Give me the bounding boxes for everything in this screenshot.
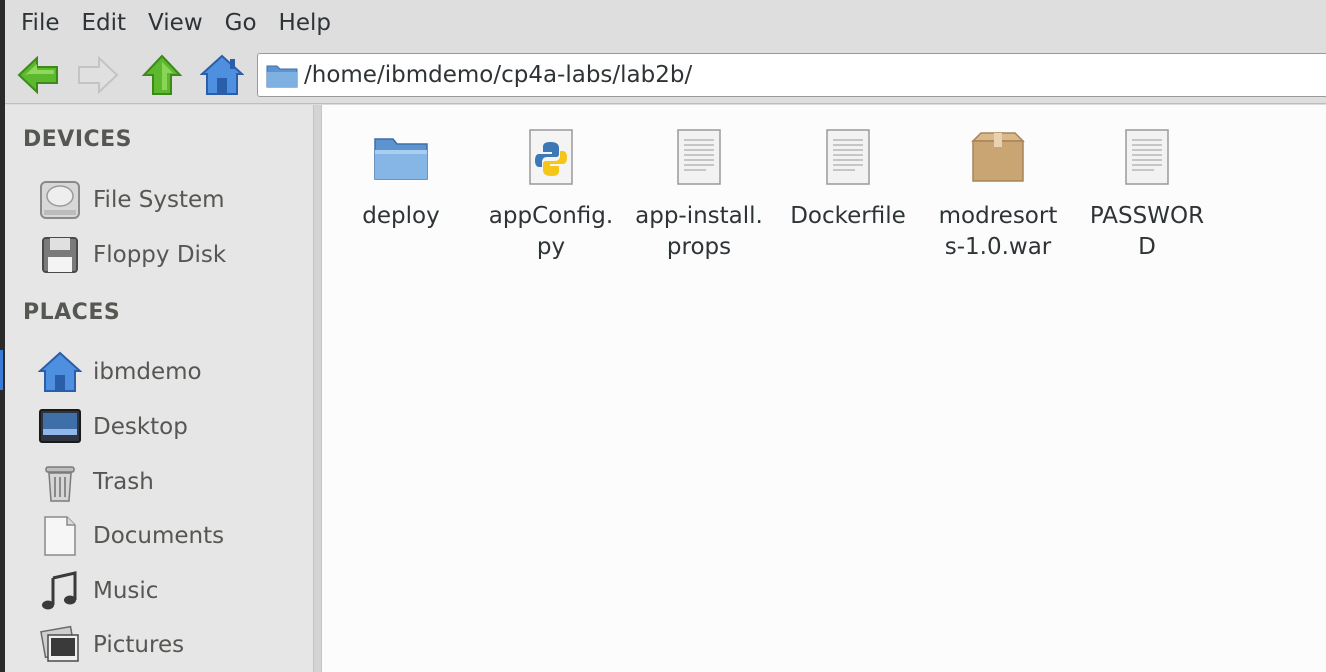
location-bar[interactable]: /home/ibmdemo/cp4a-labs/lab2b/ — [257, 53, 1326, 97]
trash-icon — [37, 459, 83, 505]
file-item-appconfig[interactable]: appConfig.py — [476, 125, 626, 263]
home-icon — [37, 349, 83, 395]
file-item-dockerfile[interactable]: Dockerfile — [773, 125, 923, 232]
edge-indicator — [0, 350, 3, 390]
file-item-password[interactable]: PASSWORD — [1072, 125, 1222, 263]
sidebar-item-desktop[interactable]: Desktop — [37, 402, 307, 452]
file-name: deploy — [362, 203, 440, 229]
pane-divider[interactable] — [313, 105, 322, 672]
file-item-modresorts-war[interactable]: modresorts-1.0.war — [923, 125, 1073, 263]
folder-icon — [369, 125, 433, 189]
text-file-icon — [816, 125, 880, 189]
file-item-app-install-props[interactable]: app-install.props — [624, 125, 774, 263]
file-name: Dockerfile — [790, 203, 906, 229]
sidebar-item-pictures[interactable]: Pictures — [37, 620, 307, 670]
sidebar-item-label: Documents — [93, 523, 225, 549]
python-file-icon — [519, 125, 583, 189]
archive-icon — [966, 125, 1030, 189]
file-item-deploy[interactable]: deploy — [326, 125, 476, 232]
sidebar-item-label: ibmdemo — [93, 359, 202, 385]
menu-edit[interactable]: Edit — [74, 10, 141, 36]
folder-icon — [266, 65, 298, 88]
file-name: appConfig.py — [488, 203, 614, 260]
arrow-right-icon — [78, 55, 119, 95]
menu-view[interactable]: View — [140, 10, 217, 36]
menu-go[interactable]: Go — [217, 10, 271, 36]
sidebar-item-label: Floppy Disk — [93, 242, 227, 268]
sidebar-item-music[interactable]: Music — [37, 566, 307, 616]
sidebar-heading-places: PLACES — [23, 300, 121, 325]
sidebar-item-floppy-disk[interactable]: Floppy Disk — [37, 230, 307, 280]
file-name: app-install.props — [635, 203, 763, 260]
floppy-icon — [37, 232, 83, 278]
sidebar-item-label: File System — [93, 187, 225, 213]
menu-help[interactable]: Help — [271, 10, 345, 36]
hard-drive-icon — [37, 177, 83, 223]
forward-button[interactable] — [75, 52, 121, 98]
arrow-left-icon — [17, 55, 58, 95]
sidebar-item-label: Desktop — [93, 414, 188, 440]
text-file-icon — [1115, 125, 1179, 189]
file-view[interactable]: deploy appConfig.py app-install.props Do… — [322, 105, 1326, 672]
sidebar-item-label: Pictures — [93, 632, 185, 658]
sidebar-item-ibmdemo[interactable]: ibmdemo — [37, 347, 307, 397]
home-button[interactable] — [199, 52, 245, 98]
sidebar-item-trash[interactable]: Trash — [37, 457, 307, 507]
sidebar-item-label: Music — [93, 578, 159, 604]
document-icon — [37, 513, 83, 559]
sidebar-item-file-system[interactable]: File System — [37, 175, 307, 225]
file-name: modresorts-1.0.war — [938, 203, 1058, 260]
sidebar-item-documents[interactable]: Documents — [37, 511, 307, 561]
file-name: PASSWORD — [1089, 203, 1205, 260]
sidebar-heading-devices: DEVICES — [23, 127, 133, 152]
text-file-icon — [667, 125, 731, 189]
desktop-icon — [37, 404, 83, 450]
menubar: File Edit View Go Help — [5, 0, 1326, 46]
menu-file[interactable]: File — [13, 10, 74, 36]
location-path: /home/ibmdemo/cp4a-labs/lab2b/ — [304, 62, 693, 88]
up-button[interactable] — [139, 52, 185, 98]
back-button[interactable] — [15, 52, 61, 98]
toolbar: /home/ibmdemo/cp4a-labs/lab2b/ — [5, 46, 1326, 104]
sidebar: DEVICES File System Floppy Disk PLACES i… — [5, 105, 313, 672]
arrow-up-icon — [141, 54, 183, 95]
pictures-icon — [37, 622, 83, 668]
sidebar-item-label: Trash — [93, 469, 154, 495]
music-icon — [37, 568, 83, 614]
home-icon — [200, 54, 244, 95]
